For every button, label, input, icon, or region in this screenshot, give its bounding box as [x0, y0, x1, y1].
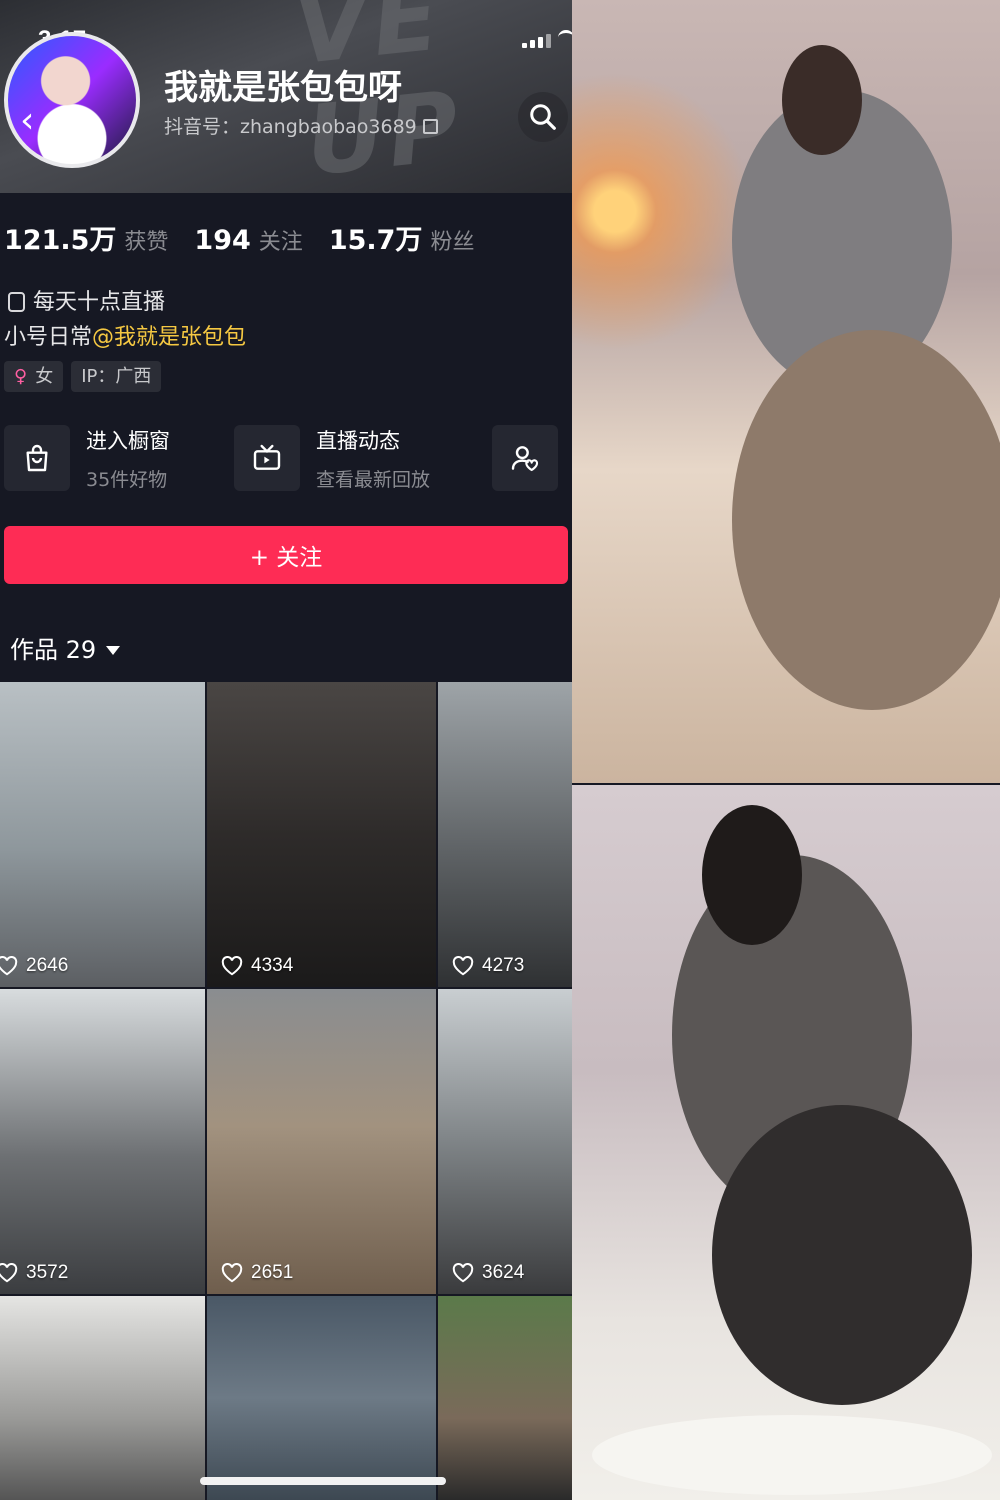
wifi-icon — [558, 30, 572, 45]
video-thumbnail[interactable] — [0, 1296, 205, 1500]
shop-card-title: 进入橱窗 — [86, 428, 170, 453]
heart-icon — [221, 956, 243, 976]
ip-tag: IP：广西 — [71, 361, 162, 392]
bio-line: 每天十点直播 — [8, 284, 165, 316]
add-friend-button[interactable] — [492, 424, 558, 492]
photo-right-bottom — [572, 785, 1000, 1500]
live-card-sub: 查看最新回放 — [316, 468, 431, 491]
following-label[interactable]: 关注 — [259, 224, 303, 256]
works-tab[interactable]: 作品 29 — [10, 630, 121, 665]
followers-label[interactable]: 粉丝 — [430, 224, 474, 256]
nickname: 我就是张包包呀 — [164, 68, 402, 108]
tv-play-icon — [234, 425, 300, 491]
follow-button[interactable]: + 关注 — [4, 526, 568, 584]
gender-tag: ♀ 女 — [4, 361, 64, 392]
photo-right-top — [572, 0, 1000, 783]
video-thumbnail[interactable]: 3572 — [0, 989, 205, 1294]
likes-count: 121.5万 — [4, 225, 117, 256]
signal-icon — [522, 34, 551, 48]
add-friend-icon — [492, 425, 558, 491]
gender-text: 女 — [35, 366, 54, 387]
copy-icon[interactable] — [422, 119, 438, 134]
profile-tags: ♀ 女 IP：广西 — [4, 361, 162, 392]
live-card[interactable]: 直播动态 查看最新回放 — [234, 424, 430, 492]
heart-icon — [452, 1263, 474, 1283]
video-thumbnail[interactable]: 4334 — [207, 682, 436, 987]
like-count: 4273 — [452, 955, 524, 977]
video-thumbnail[interactable]: 4273 — [438, 682, 572, 987]
heart-icon — [0, 1263, 18, 1283]
video-thumbnail[interactable]: 3624 — [438, 989, 572, 1294]
video-thumbnail[interactable] — [207, 1296, 436, 1500]
chevron-down-icon — [106, 646, 121, 655]
search-button[interactable] — [518, 92, 568, 142]
video-thumbnail[interactable]: 2651 — [207, 989, 436, 1294]
bio-text: 每天十点直播 — [33, 290, 166, 315]
search-icon — [530, 104, 556, 130]
profile-cards: 进入橱窗 35件好物 直播动态 查看最新回放 — [0, 424, 572, 492]
like-count: 2646 — [0, 955, 68, 977]
profile-screen: VE UP 3:17 ‹ 我就是张包包呀 抖音号：zhangbaobao3689… — [0, 0, 572, 1500]
mention-link[interactable]: @我就是张包包 — [92, 325, 246, 350]
watch-icon — [8, 292, 25, 312]
douyin-id: 抖音号：zhangbaobao3689 — [164, 112, 438, 139]
heart-icon — [0, 956, 18, 976]
like-count: 3572 — [0, 1262, 68, 1284]
like-count: 4334 — [221, 955, 293, 977]
heart-icon — [452, 956, 474, 976]
bio-text: 小号日常 — [4, 325, 93, 350]
followers-count[interactable]: 15.7万 — [329, 218, 423, 257]
profile-stats: 121.5万 获赞 194 关注 15.7万 粉丝 — [4, 218, 500, 257]
video-grid: 2646 4334 4273 3572 2651 3624 — [0, 682, 572, 1500]
shop-card[interactable]: 进入橱窗 35件好物 — [4, 424, 170, 492]
back-icon[interactable]: ‹ — [20, 100, 34, 141]
shopping-bag-icon — [4, 425, 70, 491]
video-thumbnail[interactable]: 2646 — [0, 682, 205, 987]
home-indicator[interactable] — [200, 1477, 446, 1485]
following-count[interactable]: 194 — [194, 225, 250, 256]
shop-card-sub: 35件好物 — [86, 468, 168, 491]
like-count: 2651 — [221, 1262, 293, 1284]
like-count: 3624 — [452, 1262, 524, 1284]
video-thumbnail[interactable] — [438, 1296, 572, 1500]
douyin-id-text: 抖音号：zhangbaobao3689 — [164, 116, 417, 138]
likes-label: 获赞 — [124, 230, 169, 255]
female-icon: ♀ — [14, 366, 28, 387]
live-card-title: 直播动态 — [316, 428, 400, 453]
heart-icon — [221, 1263, 243, 1283]
bio-line: 小号日常@我就是张包包 — [4, 319, 246, 351]
works-tab-label: 作品 29 — [10, 636, 97, 664]
